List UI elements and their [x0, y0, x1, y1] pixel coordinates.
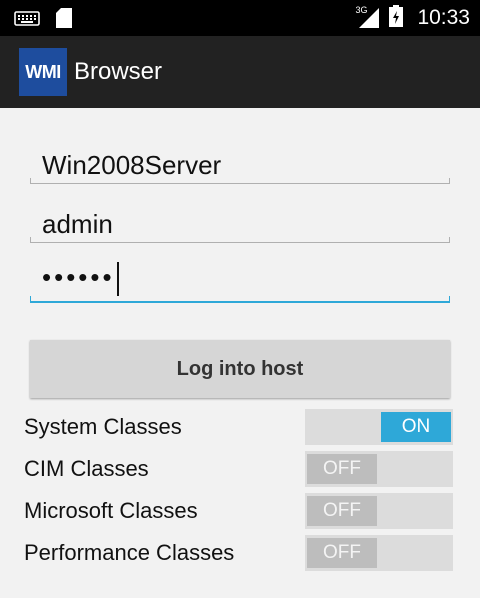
microsoft-classes-switch[interactable]: OFF	[305, 493, 453, 529]
signal-icon: 3G	[355, 5, 381, 29]
cim-classes-label: CIM Classes	[24, 456, 149, 481]
host-underline	[30, 178, 450, 184]
username-value: admin	[42, 209, 113, 239]
performance-classes-label: Performance Classes	[24, 540, 235, 565]
text-cursor	[116, 262, 119, 297]
host-value: Win2008Server	[42, 150, 222, 180]
host-field[interactable]: Win2008Server	[30, 146, 450, 184]
password-value: ••••••	[42, 262, 119, 297]
system-classes-label: System Classes	[24, 414, 182, 439]
switch-thumb: OFF	[307, 454, 377, 484]
username-underline	[30, 237, 450, 243]
password-underline	[30, 296, 450, 303]
password-dots: ••••••	[42, 262, 115, 292]
app-logo: WMI	[19, 48, 67, 96]
sd-card-icon	[56, 8, 72, 33]
keyboard-icon	[14, 9, 40, 32]
switch-thumb: OFF	[307, 538, 377, 568]
cim-classes-switch[interactable]: OFF	[305, 451, 453, 487]
switch-thumb: ON	[381, 412, 451, 442]
status-bar: 3G 10:33	[0, 0, 480, 36]
login-button[interactable]: Log into host	[30, 340, 450, 398]
system-classes-switch[interactable]: ON	[305, 409, 453, 445]
toggle-row-cim-classes: CIM Classes OFF	[24, 451, 454, 487]
microsoft-classes-label: Microsoft Classes	[24, 498, 198, 523]
action-bar: WMI Browser	[0, 36, 480, 108]
status-time: 10:33	[417, 6, 470, 29]
battery-icon	[389, 4, 404, 32]
switch-thumb: OFF	[307, 496, 377, 526]
username-field[interactable]: admin	[30, 205, 450, 243]
toggle-row-microsoft-classes: Microsoft Classes OFF	[24, 493, 454, 529]
toggle-row-system-classes: System Classes ON	[24, 409, 454, 445]
app-title: Browser	[74, 58, 163, 85]
password-field[interactable]: ••••••	[30, 262, 450, 303]
performance-classes-switch[interactable]: OFF	[305, 535, 453, 571]
toggle-row-performance-classes: Performance Classes OFF	[24, 535, 454, 571]
